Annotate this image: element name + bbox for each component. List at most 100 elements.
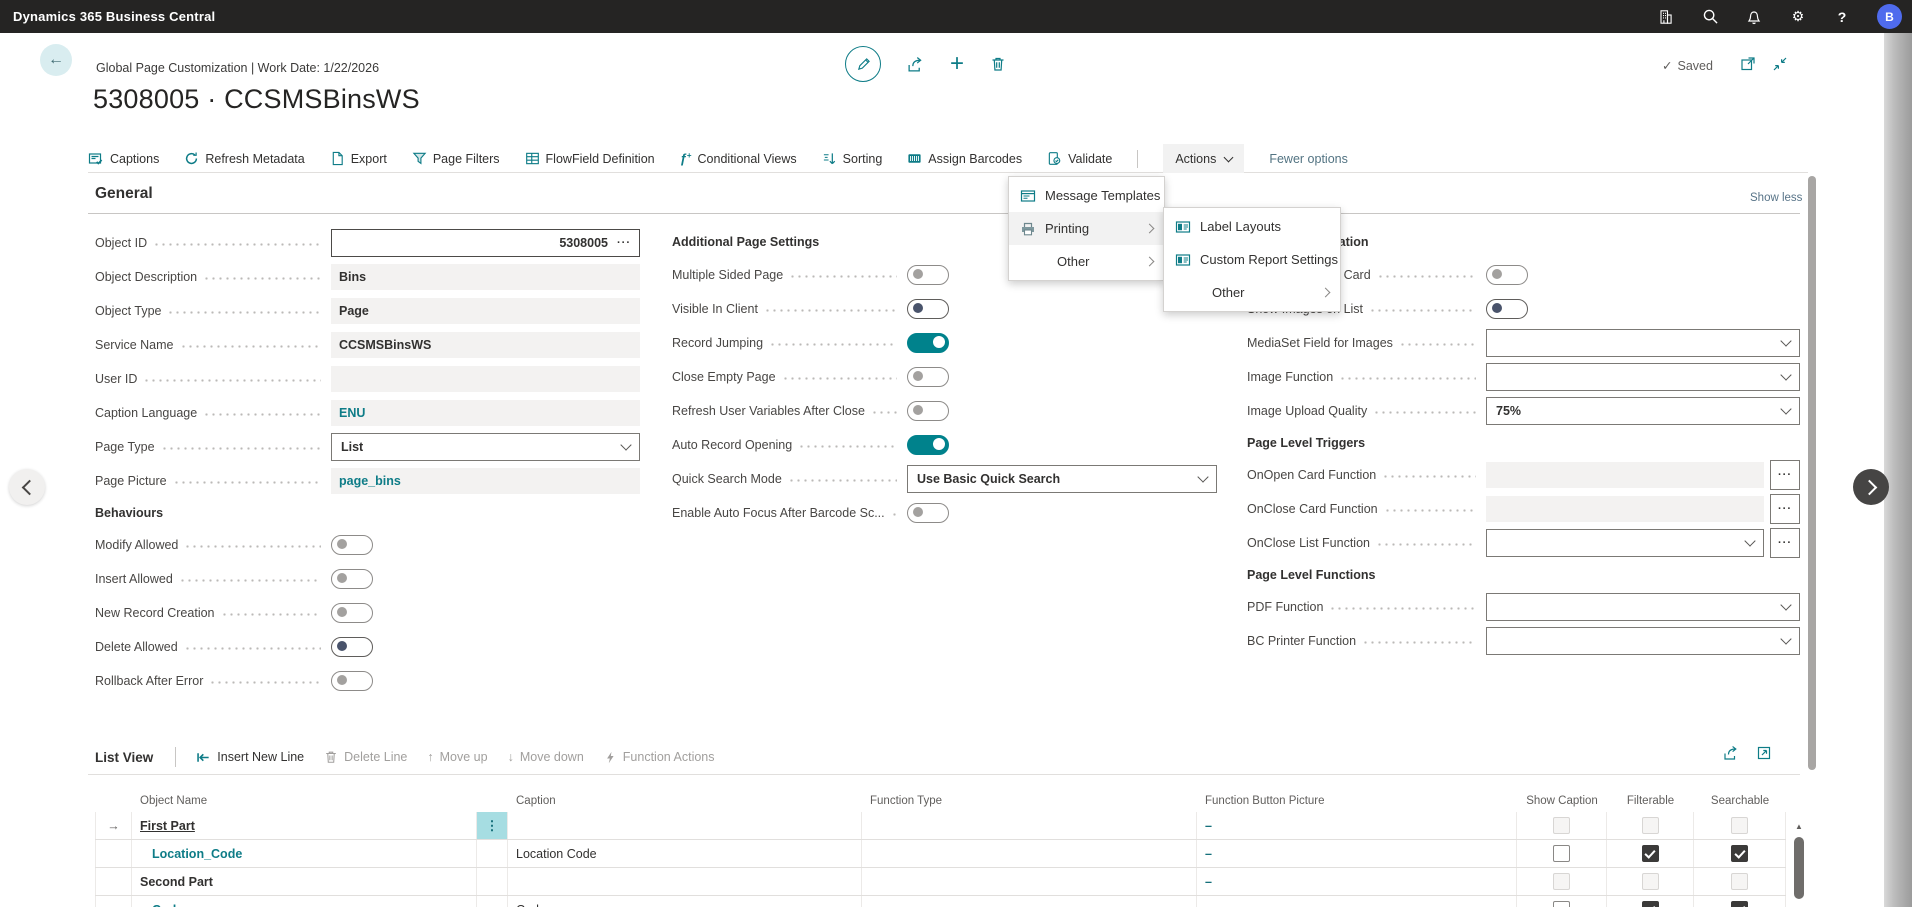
table-row[interactable]: Location_Code Location Code – [95, 840, 1786, 868]
cell-function-button-picture[interactable]: – [1197, 868, 1517, 895]
menu-item-printing[interactable]: Printing [1009, 212, 1164, 245]
filterable-checkbox[interactable] [1642, 901, 1659, 907]
captions-button[interactable]: Captions [88, 151, 159, 167]
new-record-creation-toggle[interactable] [331, 603, 373, 623]
flowfield-definition-button[interactable]: FlowField Definition [525, 151, 655, 166]
cell-function-button-picture[interactable]: – [1197, 840, 1517, 867]
cell-context-menu[interactable]: ⋮ [477, 812, 508, 839]
refresh-metadata-button[interactable]: Refresh Metadata [184, 151, 304, 166]
delete-icon[interactable] [990, 56, 1006, 72]
gear-icon[interactable]: ⚙ [1789, 8, 1807, 26]
col-header-caption[interactable]: Caption [508, 786, 862, 812]
cell-function-type[interactable] [862, 840, 1197, 867]
col-header-function-type[interactable]: Function Type [862, 786, 1197, 812]
caption-language-link[interactable]: ENU [331, 400, 640, 426]
next-record-button[interactable] [1853, 469, 1889, 505]
menu-item-message-templates[interactable]: Message Templates [1009, 179, 1164, 212]
assist-edit-button[interactable]: ··· [1770, 494, 1800, 524]
assign-barcodes-button[interactable]: Assign Barcodes [907, 151, 1022, 166]
open-in-new-window-icon[interactable] [1756, 745, 1772, 761]
cell-object-name[interactable]: Location_Code [132, 840, 477, 867]
object-id-input[interactable]: 5308005··· [331, 229, 640, 257]
scroll-up-icon[interactable]: ▲ [1795, 820, 1803, 834]
image-function-select[interactable] [1486, 363, 1800, 391]
cell-caption[interactable] [508, 812, 862, 839]
page-filters-button[interactable]: Page Filters [412, 151, 500, 166]
delete-line-button[interactable]: Delete Line [324, 750, 407, 764]
col-header-searchable[interactable]: Searchable [1694, 786, 1786, 812]
page-scrollbar[interactable] [1884, 33, 1912, 907]
cell-context-menu[interactable] [477, 840, 508, 867]
company-icon[interactable] [1657, 8, 1675, 26]
cell-function-type[interactable] [862, 896, 1197, 907]
move-up-button[interactable]: ↑ Move up [427, 750, 487, 764]
cell-object-name[interactable]: Code [132, 896, 477, 907]
cell-caption[interactable]: Location Code [508, 840, 862, 867]
assist-edit-icon[interactable]: ··· [617, 237, 631, 249]
rollback-after-error-toggle[interactable] [331, 671, 373, 691]
quick-search-mode-select[interactable]: Use Basic Quick Search [907, 465, 1217, 493]
table-row[interactable]: → First Part ⋮ – [95, 812, 1786, 840]
edit-button[interactable] [845, 46, 881, 82]
sorting-button[interactable]: Sorting [822, 151, 883, 166]
searchable-checkbox[interactable] [1731, 901, 1748, 907]
delete-allowed-toggle[interactable] [331, 637, 373, 657]
conditional-views-button[interactable]: ƒ+ Conditional Views [680, 151, 797, 166]
show-images-on-list-toggle[interactable] [1486, 299, 1528, 319]
insert-new-line-button[interactable]: Insert New Line [196, 750, 304, 765]
onclose-list-function-select[interactable] [1486, 529, 1764, 557]
help-icon[interactable]: ? [1833, 8, 1851, 26]
cell-function-type[interactable] [862, 812, 1197, 839]
new-icon[interactable]: + [950, 52, 964, 76]
show-images-on-card-toggle[interactable] [1486, 265, 1528, 285]
show-caption-checkbox[interactable] [1553, 817, 1570, 834]
filterable-checkbox[interactable] [1642, 873, 1659, 890]
filterable-checkbox[interactable] [1642, 817, 1659, 834]
move-down-button[interactable]: ↓ Move down [508, 750, 584, 764]
auto-record-opening-toggle[interactable] [907, 435, 949, 455]
searchable-checkbox[interactable] [1731, 873, 1748, 890]
enable-auto-focus-toggle[interactable] [907, 503, 949, 523]
page-picture-link[interactable]: page_bins [331, 468, 640, 494]
bc-printer-function-select[interactable] [1486, 627, 1800, 655]
searchable-checkbox[interactable] [1731, 817, 1748, 834]
col-header-show-caption[interactable]: Show Caption [1517, 786, 1607, 812]
submenu-item-other[interactable]: Other [1164, 276, 1340, 309]
table-row[interactable]: Second Part – [95, 868, 1786, 896]
fewer-options-button[interactable]: Fewer options [1269, 152, 1348, 166]
scrollbar-thumb[interactable] [1794, 837, 1804, 899]
modify-allowed-toggle[interactable] [331, 535, 373, 555]
menu-item-custom-report-settings[interactable]: Custom Report Settings [1164, 243, 1340, 276]
search-icon[interactable] [1701, 8, 1719, 26]
insert-allowed-toggle[interactable] [331, 569, 373, 589]
mediaset-field-select[interactable] [1486, 329, 1800, 357]
cell-function-button-picture[interactable]: – [1197, 896, 1517, 907]
visible-in-client-toggle[interactable] [907, 299, 949, 319]
record-jumping-toggle[interactable] [907, 333, 949, 353]
show-less-link[interactable]: Show less [1750, 192, 1802, 204]
col-header-filterable[interactable]: Filterable [1607, 786, 1694, 812]
assist-edit-button[interactable]: ··· [1770, 460, 1800, 490]
validate-button[interactable]: Validate [1047, 151, 1112, 166]
menu-item-label-layouts[interactable]: Label Layouts [1164, 210, 1340, 243]
searchable-checkbox[interactable] [1731, 845, 1748, 862]
actions-menu-button[interactable]: Actions [1163, 144, 1244, 173]
cell-object-name[interactable]: First Part [132, 812, 477, 839]
page-type-select[interactable]: List [331, 433, 640, 461]
show-caption-checkbox[interactable] [1553, 873, 1570, 890]
filterable-checkbox[interactable] [1642, 845, 1659, 862]
col-header-function-button-picture[interactable]: Function Button Picture [1197, 786, 1517, 812]
cell-context-menu[interactable] [477, 896, 508, 907]
show-caption-checkbox[interactable] [1553, 901, 1570, 907]
cell-caption[interactable] [508, 868, 862, 895]
close-empty-page-toggle[interactable] [907, 367, 949, 387]
cell-context-menu[interactable] [477, 868, 508, 895]
menu-item-other[interactable]: Other [1009, 245, 1164, 278]
cell-caption[interactable]: Code [508, 896, 862, 907]
function-actions-button[interactable]: Function Actions [604, 750, 715, 764]
image-upload-quality-select[interactable]: 75% [1486, 397, 1800, 425]
open-in-window-icon[interactable] [1740, 56, 1756, 72]
col-header-object-name[interactable]: Object Name [132, 786, 477, 812]
content-scrollbar[interactable] [1808, 176, 1816, 770]
table-row[interactable]: Code Code – [95, 896, 1786, 907]
